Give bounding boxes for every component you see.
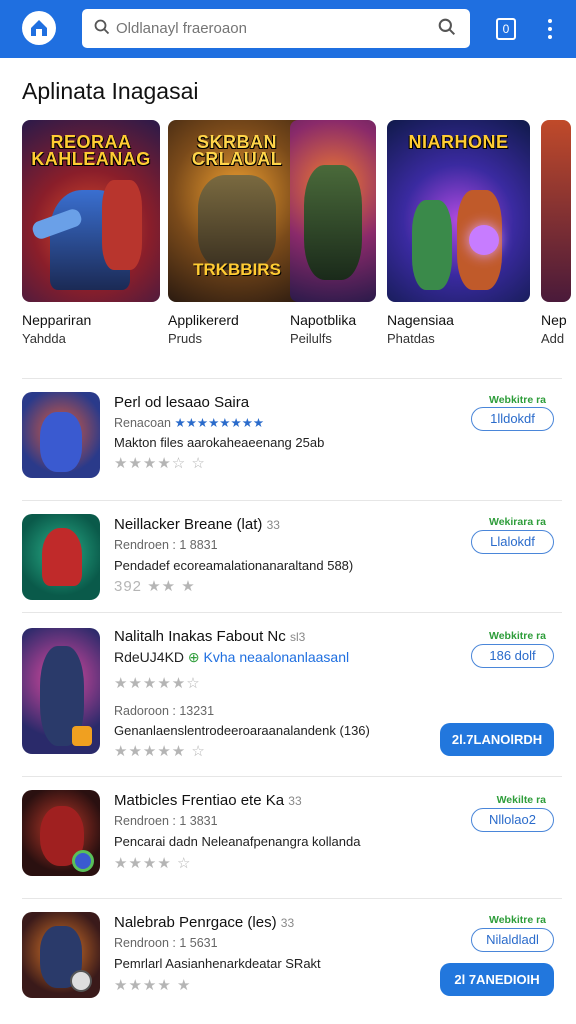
app-icon	[22, 790, 100, 876]
featured-name: Applikererd	[168, 312, 239, 328]
featured-art	[290, 120, 376, 302]
app-meta: Radoroon : 13231	[114, 704, 215, 718]
app-tag: Wekirara ra	[488, 516, 546, 528]
featured-art-title: REORAA KAHLEANAG	[31, 132, 151, 169]
app-list-item[interactable]: Perl od lesaao Saira Renacoan ★★★★★★★★ M…	[0, 390, 576, 500]
app-tag: Webkitre ra	[489, 914, 546, 926]
app-description: Pencarai dadn Neleanafpenangra kollanda	[114, 834, 361, 849]
featured-sub: Pruds	[168, 331, 202, 346]
more-menu-icon[interactable]	[546, 17, 554, 41]
featured-art: NIARHONE	[387, 120, 530, 302]
app-list-item[interactable]: Nalebrab Penrgace (les) 33 Rendroon : 1 …	[0, 910, 576, 1020]
app-rating-stars: ★★★★ ★	[114, 977, 192, 994]
divider	[22, 378, 562, 379]
featured-card[interactable]: REORAA KAHLEANAG Neppariran Yahdda	[22, 120, 162, 346]
app-rating-stars: ★★★★★ ☆	[114, 743, 206, 760]
featured-art-title: SKRBAN CRLAUAL	[191, 132, 283, 169]
featured-art: REORAA KAHLEANAG	[22, 120, 160, 302]
divider	[22, 612, 562, 613]
app-icon	[22, 514, 100, 600]
featured-carousel[interactable]: REORAA KAHLEANAG Neppariran Yahdda SKRBA…	[0, 120, 576, 360]
featured-sub: Phatdas	[387, 331, 435, 346]
install-button[interactable]: Llalokdf	[471, 530, 554, 554]
play-now-button[interactable]: 2l 7ANEDIOIH	[440, 963, 554, 996]
rating-stars: ★★★★★★★★	[174, 416, 265, 430]
home-icon	[31, 20, 47, 36]
app-title: Matbicles Frentiao ete Ka 33	[114, 792, 302, 809]
search-bar[interactable]	[82, 9, 470, 48]
app-rating-stars: ★★★★☆ ☆	[114, 455, 206, 472]
featured-card[interactable]: Nep Add	[541, 120, 576, 346]
app-tag: Webkitre ra	[489, 630, 546, 642]
app-title: Nalitalh Inakas Fabout Nc sl3	[114, 628, 306, 645]
featured-art-subtitle: TRKBBIRS	[193, 260, 281, 279]
featured-card[interactable]: SKRBAN CRLAUAL TRKBBIRS Applikererd Prud…	[168, 120, 308, 346]
app-icon	[22, 628, 100, 754]
install-button[interactable]: Nllolao2	[471, 808, 554, 832]
app-meta: Rendroen : 1 8831	[114, 538, 218, 552]
app-description: Makton files aarokaheaeenang 25ab	[114, 435, 325, 450]
app-list-item[interactable]: Neillacker Breane (lat) 33 Rendroen : 1 …	[0, 512, 576, 612]
divider	[22, 500, 562, 501]
search-icon	[94, 19, 110, 35]
featured-sub: Add	[541, 331, 565, 346]
app-title: Neillacker Breane (lat) 33	[114, 516, 280, 533]
app-title: Nalebrab Penrgace (les) 33	[114, 914, 295, 931]
featured-name: Nagensiaa	[387, 312, 454, 328]
install-button[interactable]: Nilaldladl	[471, 928, 554, 952]
top-app-bar: 0	[0, 0, 576, 58]
app-subtitle: RdeUJ4KD ⊕ Kvha neaalonanlaasanl	[114, 649, 350, 665]
app-title: Perl od lesaao Saira	[114, 394, 250, 411]
section-title: Aplinata Inagasai	[22, 78, 199, 104]
app-meta: Rendroen : 1 3831	[114, 814, 218, 828]
app-list-item[interactable]: Matbicles Frentiao ete Ka 33 Rendroen : …	[0, 788, 576, 898]
search-submit-icon[interactable]	[438, 18, 456, 36]
app-tag: Webkitre ra	[489, 394, 546, 406]
app-list-item[interactable]: Nalitalh Inakas Fabout Nc sl3 RdeUJ4KD ⊕…	[0, 624, 576, 774]
featured-name: Nep	[541, 312, 567, 328]
app-description: Pemrlarl Aasianhenarkdeatar SRakt	[114, 956, 321, 971]
app-description: Pendadef ecoreamalationanaraltand 588)	[114, 558, 354, 573]
play-now-button[interactable]: 2l.7LANOlRDH	[440, 723, 554, 756]
app-tag: Wekilte ra	[496, 794, 546, 806]
search-input[interactable]	[116, 15, 426, 41]
featured-art	[541, 120, 571, 302]
featured-card[interactable]: NIARHONE Nagensiaa Phatdas	[387, 120, 530, 346]
app-icon	[22, 392, 100, 478]
tabs-icon[interactable]: 0	[496, 18, 516, 40]
install-button[interactable]: 1lldokdf	[471, 407, 554, 431]
divider	[22, 898, 562, 899]
app-rating-stars: ★★★★ ☆	[114, 855, 192, 872]
app-rating-stars: 392 ★★ ★	[114, 578, 196, 595]
install-button[interactable]: 186 dolf	[471, 644, 554, 668]
featured-sub: Yahdda	[22, 331, 66, 346]
app-meta: Rendroon : 1 5631	[114, 936, 218, 950]
divider	[22, 776, 562, 777]
app-description: Genanlaenslentrodeeroaraanalandenk (136)	[114, 723, 370, 738]
featured-name: Neppariran	[22, 312, 92, 328]
app-icon	[22, 912, 100, 998]
app-rating-stars-gold: ★★★★★☆	[114, 675, 201, 692]
home-button[interactable]	[22, 11, 56, 45]
app-meta: Renacoan ★★★★★★★★	[114, 416, 265, 430]
featured-art-title: NIARHONE	[408, 132, 509, 152]
featured-art: SKRBAN CRLAUAL TRKBBIRS	[168, 120, 306, 302]
